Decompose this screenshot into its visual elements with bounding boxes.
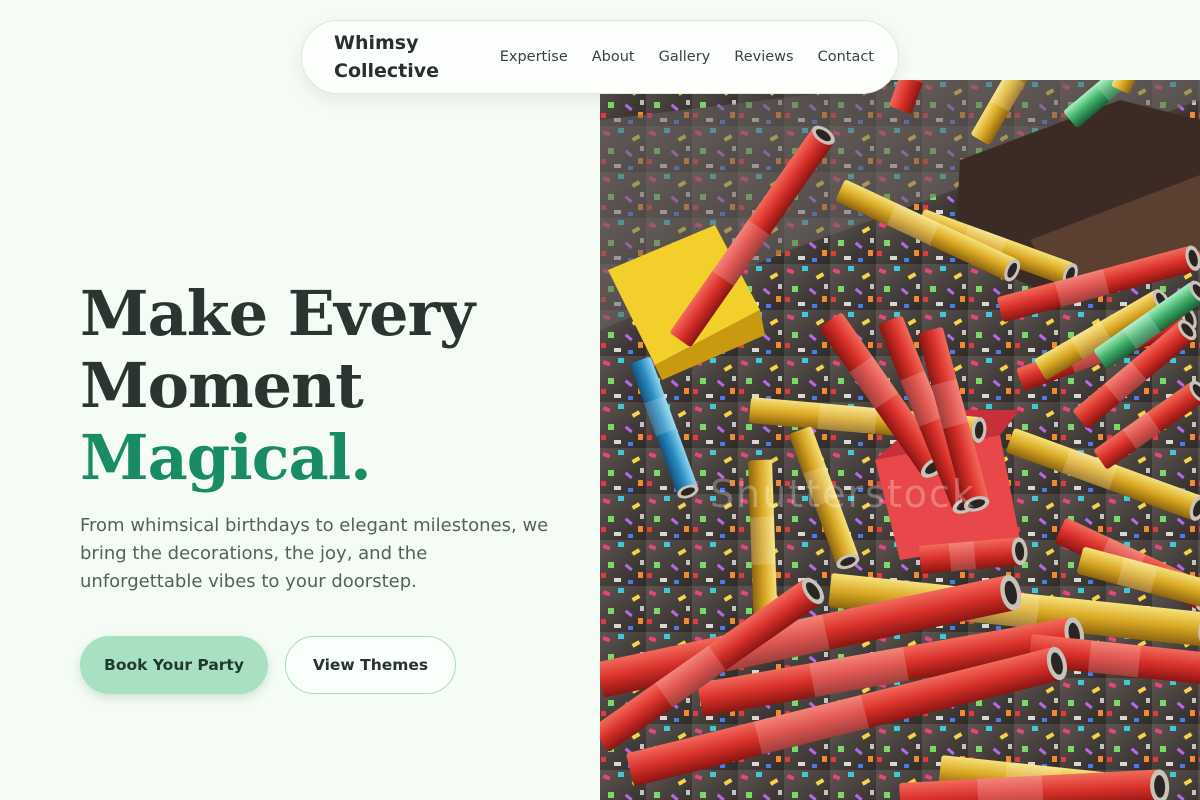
hero-headline: Make Every Moment Magical. bbox=[80, 278, 560, 494]
photo-watermark: Shutterstock bbox=[710, 472, 976, 516]
view-themes-button[interactable]: View Themes bbox=[285, 636, 456, 694]
nav-links: Expertise About Gallery Reviews Contact bbox=[500, 49, 874, 65]
headline-line-1: Make Every bbox=[80, 277, 475, 350]
headline-accent: Magical. bbox=[80, 421, 372, 494]
nav-link-expertise[interactable]: Expertise bbox=[500, 49, 568, 65]
top-nav: Whimsy Collective Expertise About Galler… bbox=[301, 20, 899, 94]
hero-actions: Book Your Party View Themes bbox=[80, 636, 560, 694]
headline-line-2: Moment bbox=[80, 349, 364, 422]
nav-link-gallery[interactable]: Gallery bbox=[659, 49, 711, 65]
book-party-button[interactable]: Book Your Party bbox=[80, 636, 268, 694]
nav-link-contact[interactable]: Contact bbox=[818, 49, 874, 65]
brand-logo[interactable]: Whimsy Collective bbox=[334, 29, 454, 85]
nav-link-reviews[interactable]: Reviews bbox=[734, 49, 793, 65]
hero-section: Make Every Moment Magical. From whimsica… bbox=[80, 278, 560, 694]
hero-photo-party-poppers: Shutterstock bbox=[600, 80, 1200, 800]
nav-link-about[interactable]: About bbox=[592, 49, 635, 65]
hero-subtitle: From whimsical birthdays to elegant mile… bbox=[80, 515, 549, 592]
